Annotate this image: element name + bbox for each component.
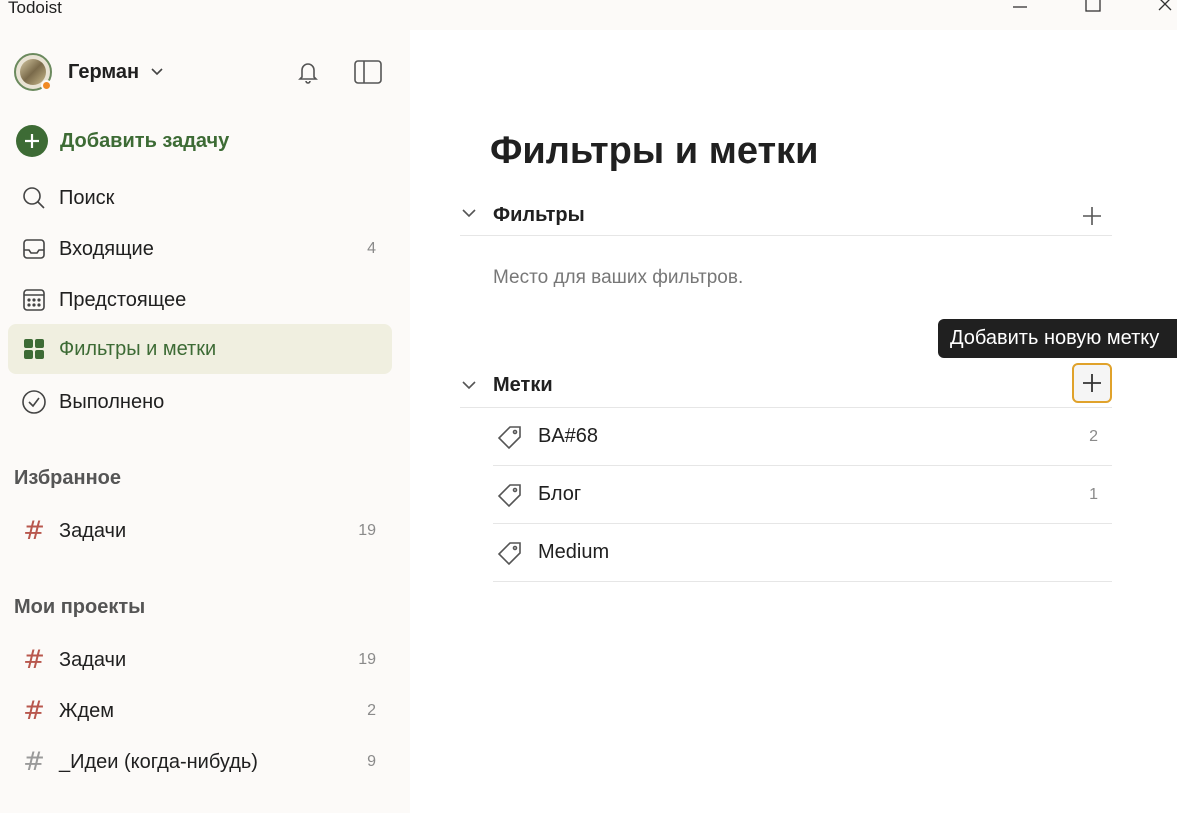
chevron-down-icon[interactable] (460, 376, 478, 394)
avatar (14, 53, 52, 91)
sidebar-toggle-icon (354, 60, 382, 84)
nav-label: Задачи (59, 648, 127, 671)
nav-label: Фильтры и метки (59, 337, 217, 360)
project-item-ideas[interactable]: # _Идеи (когда-нибудь) 9 (8, 737, 392, 787)
project-item-tasks[interactable]: # Задачи 19 (8, 635, 392, 685)
labels-section-header: Метки (460, 363, 1112, 408)
nav-count: 9 (367, 753, 376, 770)
label-name: BA#68 (538, 425, 599, 447)
notifications-button[interactable] (292, 56, 324, 88)
hash-icon: # (23, 696, 45, 726)
hash-icon: # (23, 645, 45, 675)
maximize-icon (1085, 0, 1101, 12)
minimize-icon (1013, 6, 1027, 8)
nav-count: 19 (358, 651, 376, 668)
check-circle-icon (20, 388, 48, 416)
calendar-icon (20, 286, 48, 314)
tag-icon (497, 426, 521, 450)
maximize-button[interactable] (1073, 0, 1113, 14)
app-title: Todoist (8, 0, 62, 17)
hash-icon: # (23, 747, 45, 777)
filters-grid-icon (20, 335, 48, 363)
search-icon (20, 184, 48, 212)
sidebar: Герман Добавить задачу Поиск Входящие 4 … (0, 30, 410, 813)
nav-label: Ждем (59, 699, 115, 722)
main-content: Фильтры и метки Фильтры Место для ваших … (410, 30, 1177, 813)
nav-label: Выполнено (59, 390, 165, 413)
nav-label: Задачи (59, 519, 127, 542)
favorites-heading[interactable]: Избранное (14, 467, 121, 490)
window-titlebar: Todoist (0, 0, 1177, 30)
user-menu[interactable]: Герман (14, 52, 165, 92)
label-row[interactable]: BA#68 2 (493, 408, 1112, 466)
plus-circle-icon (16, 125, 48, 157)
nav-completed[interactable]: Выполнено (8, 377, 392, 427)
status-dot (41, 80, 52, 91)
add-filter-button[interactable] (1072, 196, 1112, 236)
inbox-icon (20, 235, 48, 263)
nav-filters-labels[interactable]: Фильтры и метки (8, 324, 392, 374)
label-name: Блог (538, 483, 582, 505)
toggle-sidebar-button[interactable] (352, 56, 384, 88)
close-icon (1158, 0, 1172, 11)
nav-label: _Идеи (когда-нибудь) (59, 750, 258, 773)
label-row[interactable]: Medium (493, 524, 1112, 582)
nav-upcoming[interactable]: Предстоящее (8, 275, 392, 325)
chevron-down-icon[interactable] (460, 204, 478, 222)
close-window-button[interactable] (1145, 0, 1177, 14)
add-label-button[interactable] (1072, 363, 1112, 403)
tag-icon (497, 542, 521, 566)
label-count: 1 (1089, 485, 1098, 503)
filters-section-header: Фильтры (460, 196, 1112, 236)
nav-inbox[interactable]: Входящие 4 (8, 224, 392, 274)
bell-icon (298, 63, 318, 84)
nav-count: 19 (358, 522, 376, 539)
nav-label: Поиск (59, 186, 115, 209)
filters-heading: Фильтры (493, 204, 585, 226)
add-label-tooltip: Добавить новую метку (938, 319, 1177, 358)
hash-icon: # (23, 516, 45, 546)
plus-icon (1083, 374, 1101, 392)
tag-icon (497, 484, 521, 508)
nav-label: Предстоящее (59, 288, 187, 311)
nav-label: Входящие (59, 237, 154, 260)
labels-heading: Метки (493, 373, 553, 396)
projects-heading[interactable]: Мои проекты (14, 596, 145, 619)
nav-search[interactable]: Поиск (8, 173, 392, 223)
nav-count: 4 (367, 240, 376, 257)
add-task-button[interactable]: Добавить задачу (16, 124, 229, 158)
page-title: Фильтры и метки (490, 130, 819, 172)
label-row[interactable]: Блог 1 (493, 466, 1112, 524)
plus-icon (1083, 206, 1101, 225)
favorite-item-tasks[interactable]: # Задачи 19 (8, 506, 392, 556)
label-count: 2 (1089, 427, 1098, 445)
project-item-waiting[interactable]: # Ждем 2 (8, 686, 392, 736)
chevron-down-icon (151, 68, 163, 76)
filters-empty-text: Место для ваших фильтров. (493, 267, 744, 288)
nav-count: 2 (367, 702, 376, 719)
user-name: Герман (68, 60, 140, 83)
minimize-button[interactable] (1000, 0, 1040, 14)
label-name: Medium (538, 541, 610, 563)
add-task-label: Добавить задачу (60, 129, 230, 152)
